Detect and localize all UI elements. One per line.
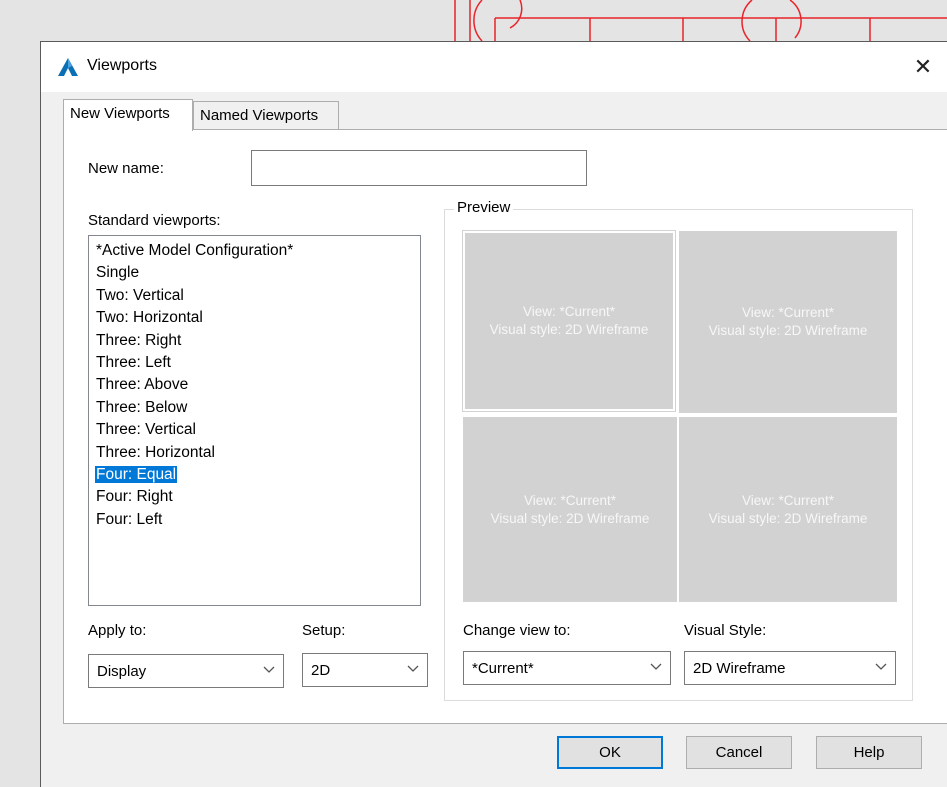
chevron-down-icon <box>875 663 887 670</box>
visual-style-label: Visual Style: <box>684 622 767 639</box>
viewport-option-label: Three: Horizontal <box>96 443 215 461</box>
viewport-option[interactable]: Three: Vertical <box>95 419 420 441</box>
viewport-option[interactable]: Four: Left <box>95 509 420 531</box>
pane-view: View: *Current* <box>522 304 616 319</box>
pane-style: Visual style: 2D Wireframe <box>708 510 868 526</box>
tab-named-viewports[interactable]: Named Viewports <box>193 101 339 131</box>
viewport-option-label: Three: Vertical <box>96 421 196 439</box>
viewport-option[interactable]: Four: Equal <box>95 464 420 486</box>
preview-title: Preview <box>454 199 514 216</box>
chevron-down-icon <box>407 665 419 672</box>
cancel-button[interactable]: Cancel <box>686 736 792 769</box>
help-label: Help <box>853 744 885 761</box>
pane-view: View: *Current* <box>741 492 835 508</box>
tab-label: Named Viewports <box>200 107 319 124</box>
viewport-option-label: Three: Below <box>96 398 188 416</box>
viewport-option-label: Three: Left <box>96 354 171 372</box>
viewport-option-label: Single <box>96 264 140 282</box>
viewport-option[interactable]: Three: Above <box>95 374 420 396</box>
apply-to-select[interactable]: Display <box>88 654 284 688</box>
viewport-option[interactable]: Four: Right <box>95 486 420 508</box>
window-title: Viewports <box>87 57 157 74</box>
ok-label: OK <box>599 744 621 761</box>
viewport-option-label: Four: Right <box>96 488 173 506</box>
pane-style: Visual style: 2D Wireframe <box>489 322 649 337</box>
setup-select[interactable]: 2D <box>302 653 428 687</box>
title-bar: Viewports ✕ <box>41 42 947 92</box>
viewport-option[interactable]: Two: Horizontal <box>95 307 420 329</box>
chevron-down-icon <box>263 666 275 673</box>
viewport-option[interactable]: Two: Vertical <box>95 285 420 307</box>
tab-panel-new-viewports: New name: Standard viewports: *Active Mo… <box>63 129 947 724</box>
viewport-option[interactable]: *Active Model Configuration* <box>95 240 420 262</box>
change-view-label: Change view to: <box>463 622 571 639</box>
standard-viewports-list[interactable]: *Active Model Configuration* Single Two: V… <box>88 235 421 606</box>
viewport-preview-top-left[interactable]: View: *Current* Visual style: 2D Wirefra… <box>462 230 676 412</box>
setup-label: Setup: <box>302 622 346 639</box>
apply-to-value: Display <box>97 663 147 680</box>
change-view-value: *Current* <box>472 660 534 677</box>
ok-button[interactable]: OK <box>557 736 663 769</box>
viewport-option[interactable]: Three: Below <box>95 397 420 419</box>
change-view-select[interactable]: *Current* <box>463 651 671 685</box>
new-name-input[interactable] <box>251 150 587 186</box>
viewport-option-label: Four: Left <box>96 510 163 528</box>
tab-label: New Viewports <box>70 105 170 122</box>
viewport-option-label: Two: Horizontal <box>96 309 203 327</box>
setup-value: 2D <box>311 662 331 679</box>
tab-new-viewports[interactable]: New Viewports <box>63 99 193 131</box>
viewport-option[interactable]: Three: Right <box>95 330 420 352</box>
viewport-preview-top-right[interactable]: View: *Current* Visual style: 2D Wirefra… <box>679 231 897 413</box>
close-button[interactable]: ✕ <box>899 42 947 92</box>
pane-view: View: *Current* <box>523 492 617 508</box>
viewport-option-label: Three: Above <box>96 376 189 394</box>
viewport-preview-bottom-left[interactable]: View: *Current* Visual style: 2D Wirefra… <box>463 417 677 602</box>
chevron-down-icon <box>650 663 662 670</box>
help-button[interactable]: Help <box>816 736 922 769</box>
viewports-dialog: Viewports ✕ New Viewports Named Viewport… <box>40 41 947 787</box>
viewport-option[interactable]: Three: Left <box>95 352 420 374</box>
viewport-option-label: Three: Right <box>96 331 182 349</box>
cancel-label: Cancel <box>715 744 763 761</box>
viewport-option[interactable]: Three: Horizontal <box>95 442 420 464</box>
preview-group: Preview View: *Current* Visual style: 2D… <box>444 199 913 701</box>
close-icon: ✕ <box>913 54 933 79</box>
viewport-option-label: Four: Equal <box>95 466 178 484</box>
apply-to-label: Apply to: <box>88 622 147 639</box>
viewport-option-label: Two: Vertical <box>96 286 184 304</box>
visual-style-value: 2D Wireframe <box>693 660 786 677</box>
pane-view: View: *Current* <box>741 305 835 320</box>
viewport-preview-bottom-right[interactable]: View: *Current* Visual style: 2D Wirefra… <box>679 417 897 602</box>
preview-area: View: *Current* Visual style: 2D Wirefra… <box>462 230 899 602</box>
autocad-logo-icon <box>58 58 78 76</box>
viewport-option[interactable]: Single <box>95 262 420 284</box>
pane-style: Visual style: 2D Wireframe <box>708 323 868 338</box>
new-name-label: New name: <box>88 160 164 177</box>
viewport-option-label: *Active Model Configuration* <box>96 242 294 259</box>
standard-viewports-label: Standard viewports: <box>88 212 221 229</box>
visual-style-select[interactable]: 2D Wireframe <box>684 651 896 685</box>
pane-style: Visual style: 2D Wireframe <box>490 510 650 526</box>
